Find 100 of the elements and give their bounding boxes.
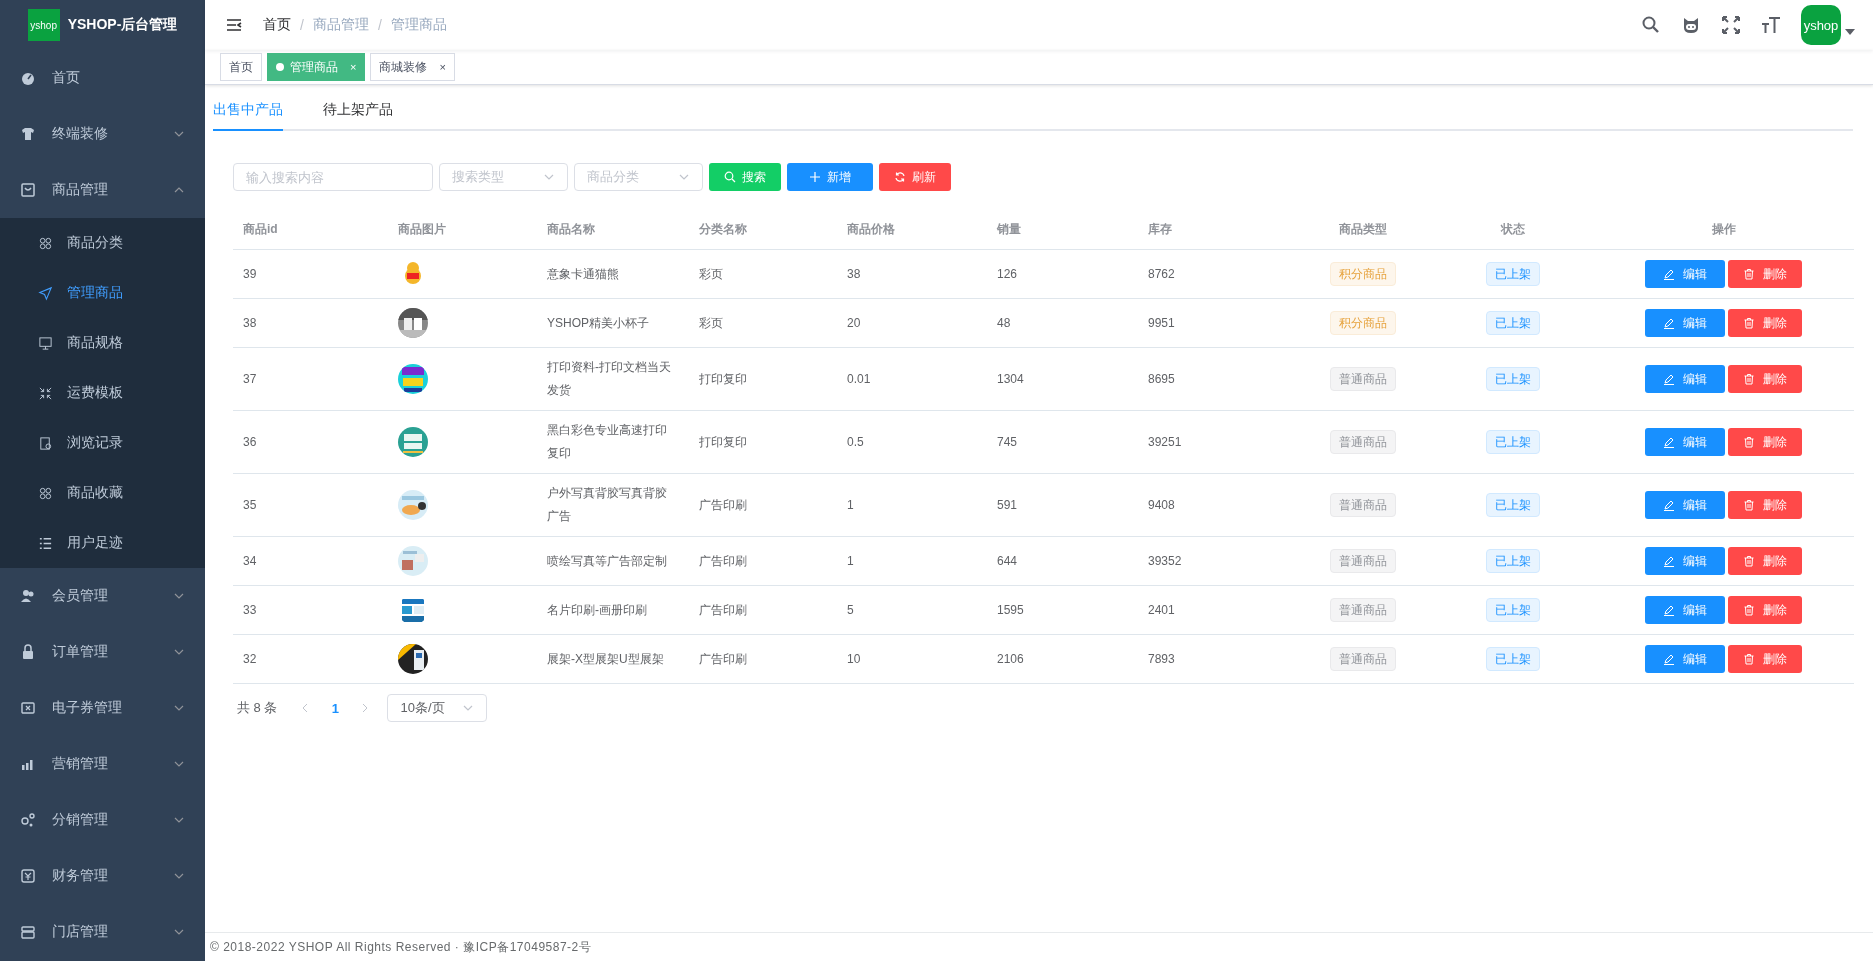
plus-icon — [809, 171, 821, 183]
tag-tab[interactable]: 首页 — [220, 53, 262, 81]
pencil-icon — [1663, 499, 1675, 511]
lock-icon — [20, 644, 36, 660]
add-button[interactable]: 新增 — [787, 163, 873, 191]
delete-button[interactable]: 删除 — [1728, 491, 1802, 519]
table-cell: 745 — [987, 411, 1138, 474]
avatar[interactable]: yshop — [1801, 5, 1841, 45]
breadcrumb-link[interactable]: 首页 — [263, 16, 291, 34]
caret-icon[interactable] — [1845, 29, 1855, 35]
delete-button[interactable]: 删除 — [1728, 309, 1802, 337]
column-header: 商品id — [233, 209, 388, 250]
tag-tab[interactable]: 商城装修 × — [370, 53, 455, 81]
sidebar-item[interactable]: 分销管理 — [0, 792, 205, 848]
edit-button[interactable]: 编辑 — [1645, 428, 1725, 456]
status-tag: 已上架 — [1486, 262, 1540, 286]
search-icon[interactable] — [1641, 15, 1661, 35]
table-cell: 9408 — [1138, 474, 1293, 537]
status-tag: 已上架 — [1486, 311, 1540, 335]
refresh-button[interactable]: 刷新 — [879, 163, 951, 191]
column-header: 状态 — [1433, 209, 1593, 250]
table-cell: 展架-X型展架U型展架 — [537, 635, 689, 684]
type-tag: 普通商品 — [1330, 493, 1396, 517]
table-cell: 33 — [233, 586, 388, 635]
table-cell: 10 — [837, 635, 987, 684]
sidebar-item[interactable]: 商品管理 — [0, 162, 205, 218]
close-icon[interactable]: × — [350, 61, 357, 73]
edit-button[interactable]: 编辑 — [1645, 309, 1725, 337]
table-cell: 打印复印 — [689, 348, 837, 411]
tab[interactable]: 待上架产品 — [323, 91, 393, 131]
pencil-icon — [1663, 373, 1675, 385]
search-icon — [724, 171, 736, 183]
sidebar-item[interactable]: 订单管理 — [0, 624, 205, 680]
table-cell: 户外写真背胶写真背胶广告 — [537, 474, 689, 537]
table-cell: 8762 — [1138, 250, 1293, 299]
sidebar-subitem[interactable]: 商品收藏 — [0, 468, 205, 518]
sidebar-subitem[interactable]: 运费模板 — [0, 368, 205, 418]
category-dropdown[interactable]: 商品分类 — [574, 163, 703, 191]
status-tag: 已上架 — [1486, 493, 1540, 517]
delete-button[interactable]: 删除 — [1728, 365, 1802, 393]
sidebar-subitem[interactable]: 浏览记录 — [0, 418, 205, 468]
tag-tab[interactable]: 管理商品 × — [267, 53, 366, 81]
drawer-icon — [20, 924, 36, 940]
type-tag: 积分商品 — [1330, 311, 1396, 335]
edit-button[interactable]: 编辑 — [1645, 260, 1725, 288]
sidebar-item[interactable]: 终端装修 — [0, 106, 205, 162]
sidebar-subitem[interactable]: 商品分类 — [0, 218, 205, 268]
page-number[interactable]: 1 — [317, 700, 354, 716]
delete-button[interactable]: 删除 — [1728, 547, 1802, 575]
cat-icon[interactable] — [1681, 15, 1701, 35]
page-size-dropdown[interactable]: 10条/页 — [387, 694, 488, 722]
shrink-icon — [38, 385, 53, 401]
search-field[interactable]: 输入搜索内容 — [233, 163, 433, 191]
monitor-icon — [38, 335, 53, 351]
table-cell: 5 — [837, 586, 987, 635]
bag-icon — [20, 182, 36, 198]
yuan-icon — [20, 868, 36, 884]
edit-button[interactable]: 编辑 — [1645, 547, 1725, 575]
table-cell: 38 — [837, 250, 987, 299]
trash-icon — [1743, 268, 1755, 280]
sidebar-item[interactable]: 首页 — [0, 50, 205, 106]
sidebar-item[interactable]: 电子券管理 — [0, 680, 205, 736]
sidebar-item[interactable]: 会员管理 — [0, 568, 205, 624]
close-icon[interactable]: × — [439, 61, 446, 73]
column-header: 商品价格 — [837, 209, 987, 250]
table-cell: 打印复印 — [689, 411, 837, 474]
status-tag: 已上架 — [1486, 647, 1540, 671]
trash-icon — [1743, 555, 1755, 567]
font-size-icon[interactable] — [1761, 15, 1781, 35]
sidebar-subitem[interactable]: 管理商品 — [0, 268, 205, 318]
type-tag: 普通商品 — [1330, 598, 1396, 622]
type-dropdown[interactable]: 搜索类型 — [439, 163, 568, 191]
sidebar-item[interactable]: 门店管理 — [0, 904, 205, 960]
delete-button[interactable]: 删除 — [1728, 428, 1802, 456]
search-button[interactable]: 搜索 — [709, 163, 781, 191]
edit-button[interactable]: 编辑 — [1645, 365, 1725, 393]
type-tag: 普通商品 — [1330, 647, 1396, 671]
delete-button[interactable]: 删除 — [1728, 260, 1802, 288]
table-cell: 39251 — [1138, 411, 1293, 474]
edit-button[interactable]: 编辑 — [1645, 491, 1725, 519]
edit-button[interactable]: 编辑 — [1645, 645, 1725, 673]
menu-icon[interactable] — [225, 16, 243, 34]
send-icon — [38, 285, 53, 301]
coupon-icon — [20, 700, 36, 716]
delete-button[interactable]: 删除 — [1728, 645, 1802, 673]
table-cell: 9951 — [1138, 299, 1293, 348]
dot-icon — [276, 63, 284, 71]
table-cell: 2106 — [987, 635, 1138, 684]
people-icon — [20, 588, 36, 604]
sidebar-item[interactable]: 财务管理 — [0, 848, 205, 904]
delete-button[interactable]: 删除 — [1728, 596, 1802, 624]
sidebar-item[interactable]: 营销管理 — [0, 736, 205, 792]
edit-button[interactable]: 编辑 — [1645, 596, 1725, 624]
sidebar-subitem[interactable]: 用户足迹 — [0, 518, 205, 568]
table-cell: 1595 — [987, 586, 1138, 635]
tab[interactable]: 出售中产品 — [213, 91, 283, 131]
table-cell: 38 — [233, 299, 388, 348]
document-icon — [38, 435, 53, 451]
sidebar-subitem[interactable]: 商品规格 — [0, 318, 205, 368]
fullscreen-icon[interactable] — [1721, 15, 1741, 35]
